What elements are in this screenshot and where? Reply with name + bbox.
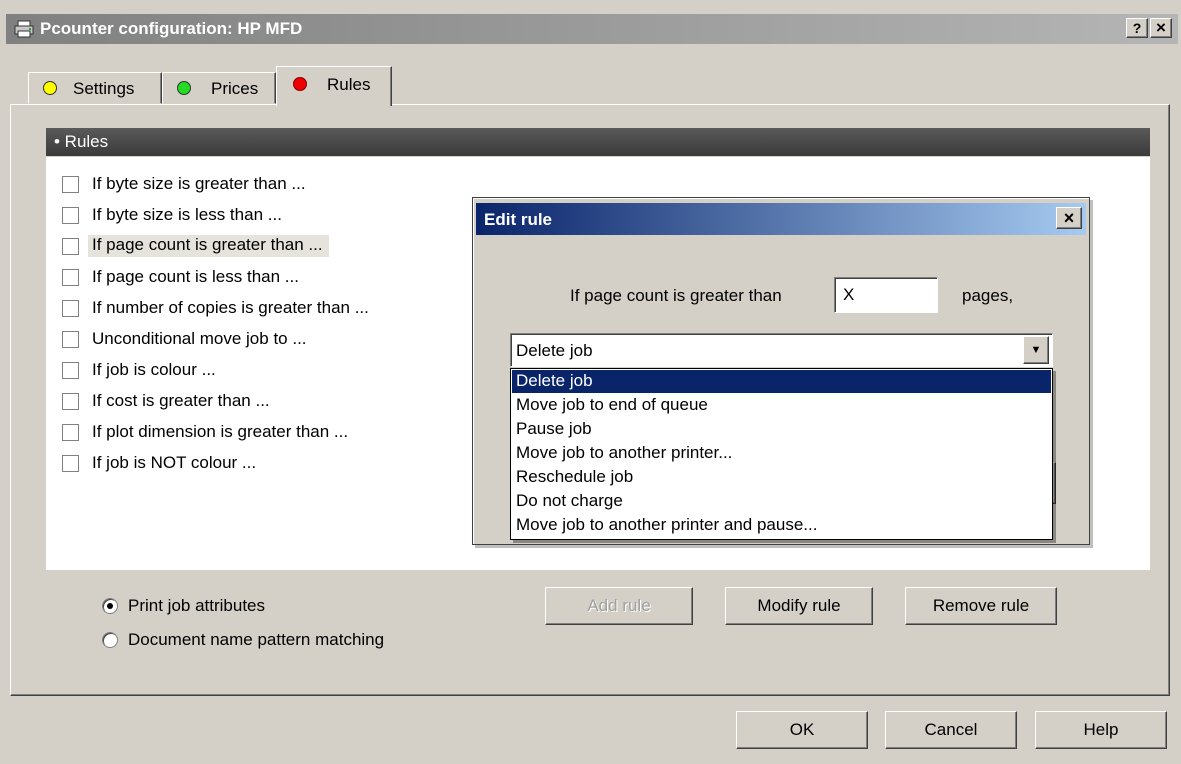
- rule-checkbox[interactable]: [62, 362, 79, 379]
- ok-button[interactable]: OK: [736, 711, 868, 749]
- rule-label: Unconditional move job to ...: [92, 329, 307, 348]
- radio-label: Print job attributes: [128, 596, 266, 615]
- rule-checkbox[interactable]: [62, 393, 79, 410]
- printer-icon: [14, 20, 34, 38]
- rule-checkbox[interactable]: [62, 207, 79, 224]
- rule-checkbox[interactable]: [62, 238, 79, 255]
- radio-document-name-pattern[interactable]: Document name pattern matching: [102, 630, 462, 652]
- modify-rule-button[interactable]: Modify rule: [725, 587, 873, 625]
- action-dropdown-list[interactable]: Delete job Move job to end of queue Paus…: [510, 368, 1053, 540]
- help-caption-button[interactable]: ?: [1126, 18, 1148, 38]
- rules-header: • Rules: [46, 128, 1150, 156]
- dropdown-option[interactable]: Move job to end of queue: [512, 394, 1051, 417]
- red-dot-icon: [293, 77, 307, 91]
- dropdown-arrow-icon[interactable]: ▼: [1023, 336, 1049, 364]
- rule-checkbox[interactable]: [62, 269, 79, 286]
- tab-rules-label: Rules: [327, 75, 371, 94]
- yellow-dot-icon: [43, 81, 57, 95]
- rule-label: If byte size is greater than ...: [92, 174, 306, 193]
- tab-settings-label: Settings: [73, 79, 135, 98]
- rule-checkbox[interactable]: [62, 300, 79, 317]
- dialog-close-button[interactable]: ×: [1056, 207, 1082, 229]
- rule-label: If plot dimension is greater than ...: [92, 422, 349, 441]
- dropdown-option[interactable]: Reschedule job: [512, 466, 1051, 489]
- dropdown-option[interactable]: Do not charge: [512, 490, 1051, 513]
- close-caption-button[interactable]: ×: [1150, 18, 1172, 38]
- condition-value-input[interactable]: X: [834, 277, 938, 313]
- rule-label: If page count is less than ...: [92, 267, 299, 286]
- dropdown-option[interactable]: Move job to another printer and pause...: [512, 514, 1051, 537]
- dropdown-option-selected[interactable]: Delete job: [512, 370, 1051, 393]
- dropdown-option[interactable]: Move job to another printer...: [512, 442, 1051, 465]
- rule-label: If job is colour ...: [92, 360, 216, 379]
- dropdown-option[interactable]: Pause job: [512, 418, 1051, 441]
- window-title: Pcounter configuration: HP MFD: [40, 19, 303, 38]
- rule-checkbox[interactable]: [62, 331, 79, 348]
- radio-print-job-attributes[interactable]: Print job attributes: [102, 596, 422, 618]
- action-select[interactable]: Delete job ▼: [510, 333, 1053, 367]
- tab-settings[interactable]: Settings: [28, 72, 162, 104]
- rule-label: If number of copies is greater than ...: [92, 298, 369, 317]
- rule-label: If job is NOT colour ...: [92, 453, 257, 472]
- rule-label: If cost is greater than ...: [92, 391, 270, 410]
- action-select-value: Delete job: [516, 341, 593, 360]
- green-dot-icon: [177, 81, 191, 95]
- help-button[interactable]: Help: [1035, 711, 1167, 749]
- tab-prices-label: Prices: [211, 79, 259, 98]
- window-title-bar[interactable]: Pcounter configuration: HP MFD: [6, 14, 1178, 44]
- edit-rule-title[interactable]: Edit rule: [476, 203, 1086, 235]
- rule-checkbox[interactable]: [62, 455, 79, 472]
- rule-checkbox[interactable]: [62, 176, 79, 193]
- condition-suffix-label: pages,: [962, 286, 1014, 305]
- radio-button-checked[interactable]: [102, 598, 118, 614]
- radio-button[interactable]: [102, 632, 118, 648]
- tab-prices[interactable]: Prices: [162, 72, 276, 104]
- condition-prefix-label: If page count is greater than: [570, 286, 782, 305]
- remove-rule-button[interactable]: Remove rule: [905, 587, 1057, 625]
- rule-checkbox[interactable]: [62, 424, 79, 441]
- rule-label: If byte size is less than ...: [92, 205, 282, 224]
- radio-label: Document name pattern matching: [128, 630, 385, 649]
- cancel-button[interactable]: Cancel: [885, 711, 1017, 749]
- add-rule-button[interactable]: Add rule: [545, 587, 693, 625]
- rule-label: If page count is greater than ...: [88, 235, 329, 257]
- tab-rules[interactable]: Rules: [276, 66, 392, 106]
